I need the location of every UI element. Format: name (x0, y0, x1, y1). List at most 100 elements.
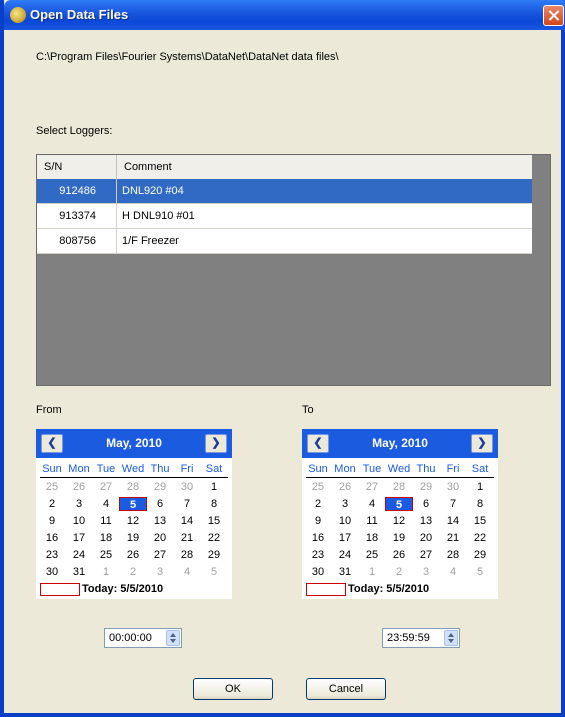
calendar-day[interactable]: 3 (412, 565, 440, 579)
calendar-day[interactable]: 9 (38, 514, 66, 528)
calendar-day[interactable]: 13 (146, 514, 174, 528)
from-calendar[interactable]: ❮ May, 2010 ❯ Today: 5/5/2010 Sun Mon Tue W… (36, 429, 232, 599)
calendar-day[interactable]: 15 (200, 514, 228, 528)
calendar-day[interactable]: 25 (92, 548, 120, 562)
today-link[interactable]: Today: 5/5/2010 (348, 583, 429, 595)
calendar-day[interactable]: 17 (331, 531, 359, 545)
column-header-sn[interactable]: S/N (37, 155, 117, 179)
calendar-day[interactable]: 29 (412, 480, 440, 494)
calendar-day[interactable]: 30 (439, 480, 467, 494)
calendar-day[interactable]: 23 (304, 548, 332, 562)
calendar-day[interactable]: 1 (200, 480, 228, 494)
calendar-day[interactable]: 17 (65, 531, 93, 545)
today-link[interactable]: Today: 5/5/2010 (82, 583, 163, 595)
calendar-day[interactable]: 19 (385, 531, 413, 545)
calendar-day[interactable]: 28 (173, 548, 201, 562)
calendar-day[interactable]: 13 (412, 514, 440, 528)
calendar-day[interactable]: 7 (173, 497, 201, 511)
close-button[interactable] (543, 5, 564, 26)
calendar-day[interactable]: 31 (65, 565, 93, 579)
calendar-day[interactable]: 11 (358, 514, 386, 528)
calendar-day[interactable]: 31 (331, 565, 359, 579)
calendar-day[interactable]: 22 (200, 531, 228, 545)
calendar-day[interactable]: 29 (146, 480, 174, 494)
calendar-day[interactable]: 3 (331, 497, 359, 511)
calendar-day[interactable]: 1 (466, 480, 494, 494)
calendar-day[interactable]: 19 (119, 531, 147, 545)
calendar-day[interactable]: 10 (65, 514, 93, 528)
calendar-day[interactable]: 3 (65, 497, 93, 511)
calendar-day[interactable]: 28 (439, 548, 467, 562)
calendar-day[interactable]: 2 (304, 497, 332, 511)
from-time-value[interactable]: 00:00:00 (109, 632, 152, 644)
calendar-day[interactable]: 27 (358, 480, 386, 494)
calendar-day[interactable]: 30 (173, 480, 201, 494)
calendar-day[interactable]: 20 (146, 531, 174, 545)
calendar-day[interactable]: 12 (385, 514, 413, 528)
calendar-day[interactable]: 29 (466, 548, 494, 562)
calendar-day[interactable]: 27 (412, 548, 440, 562)
column-header-comment[interactable]: Comment (117, 155, 532, 179)
title-bar[interactable]: Open Data Files (4, 0, 565, 30)
calendar-day[interactable]: 2 (38, 497, 66, 511)
calendar-day[interactable]: 10 (331, 514, 359, 528)
to-calendar[interactable]: ❮ May, 2010 ❯ Today: 5/5/2010 Sun Mon Tue W… (302, 429, 498, 599)
calendar-day[interactable]: 5 (466, 565, 494, 579)
calendar-day[interactable]: 20 (412, 531, 440, 545)
next-month-button[interactable]: ❯ (471, 434, 493, 453)
table-row[interactable]: 913374 H DNL910 #01 (37, 204, 532, 229)
calendar-day[interactable]: 14 (439, 514, 467, 528)
calendar-day[interactable]: 26 (119, 548, 147, 562)
calendar-day[interactable]: 4 (439, 565, 467, 579)
calendar-day[interactable]: 30 (38, 565, 66, 579)
to-time-picker[interactable]: 23:59:59 (382, 628, 460, 648)
calendar-day[interactable]: 1 (92, 565, 120, 579)
calendar-day[interactable]: 14 (173, 514, 201, 528)
to-time-value[interactable]: 23:59:59 (387, 632, 430, 644)
calendar-day[interactable]: 27 (92, 480, 120, 494)
calendar-day[interactable]: 28 (385, 480, 413, 494)
calendar-day[interactable]: 4 (173, 565, 201, 579)
calendar-day[interactable]: 29 (200, 548, 228, 562)
calendar-day[interactable]: 22 (466, 531, 494, 545)
calendar-day[interactable]: 26 (385, 548, 413, 562)
calendar-day[interactable]: 16 (38, 531, 66, 545)
calendar-day[interactable]: 21 (439, 531, 467, 545)
calendar-day[interactable]: 30 (304, 565, 332, 579)
ok-button[interactable]: OK (193, 678, 273, 700)
calendar-day[interactable]: 16 (304, 531, 332, 545)
time-spinner-icon[interactable] (166, 630, 180, 646)
calendar-day[interactable]: 2 (385, 565, 413, 579)
calendar-day[interactable]: 3 (146, 565, 174, 579)
table-row[interactable]: 912486 DNL920 #04 (37, 179, 532, 204)
calendar-day[interactable]: 5 (385, 497, 413, 511)
cancel-button[interactable]: Cancel (306, 678, 386, 700)
calendar-day[interactable]: 26 (65, 480, 93, 494)
calendar-day[interactable]: 18 (358, 531, 386, 545)
calendar-day[interactable]: 8 (466, 497, 494, 511)
calendar-day[interactable]: 23 (38, 548, 66, 562)
calendar-day[interactable]: 11 (92, 514, 120, 528)
calendar-day[interactable]: 28 (119, 480, 147, 494)
calendar-day[interactable]: 15 (466, 514, 494, 528)
calendar-day[interactable]: 25 (38, 480, 66, 494)
calendar-day[interactable]: 27 (146, 548, 174, 562)
calendar-day[interactable]: 26 (331, 480, 359, 494)
calendar-day[interactable]: 21 (173, 531, 201, 545)
calendar-day[interactable]: 9 (304, 514, 332, 528)
calendar-day[interactable]: 6 (146, 497, 174, 511)
calendar-day[interactable]: 24 (65, 548, 93, 562)
calendar-day[interactable]: 25 (304, 480, 332, 494)
calendar-day[interactable]: 25 (358, 548, 386, 562)
calendar-day[interactable]: 1 (358, 565, 386, 579)
calendar-day[interactable]: 4 (358, 497, 386, 511)
calendar-day[interactable]: 5 (200, 565, 228, 579)
calendar-day[interactable]: 7 (439, 497, 467, 511)
calendar-day[interactable]: 5 (119, 497, 147, 511)
calendar-day[interactable]: 12 (119, 514, 147, 528)
calendar-day[interactable]: 4 (92, 497, 120, 511)
from-time-picker[interactable]: 00:00:00 (104, 628, 182, 648)
next-month-button[interactable]: ❯ (205, 434, 227, 453)
table-scroll-area[interactable] (533, 155, 550, 385)
calendar-day[interactable]: 24 (331, 548, 359, 562)
